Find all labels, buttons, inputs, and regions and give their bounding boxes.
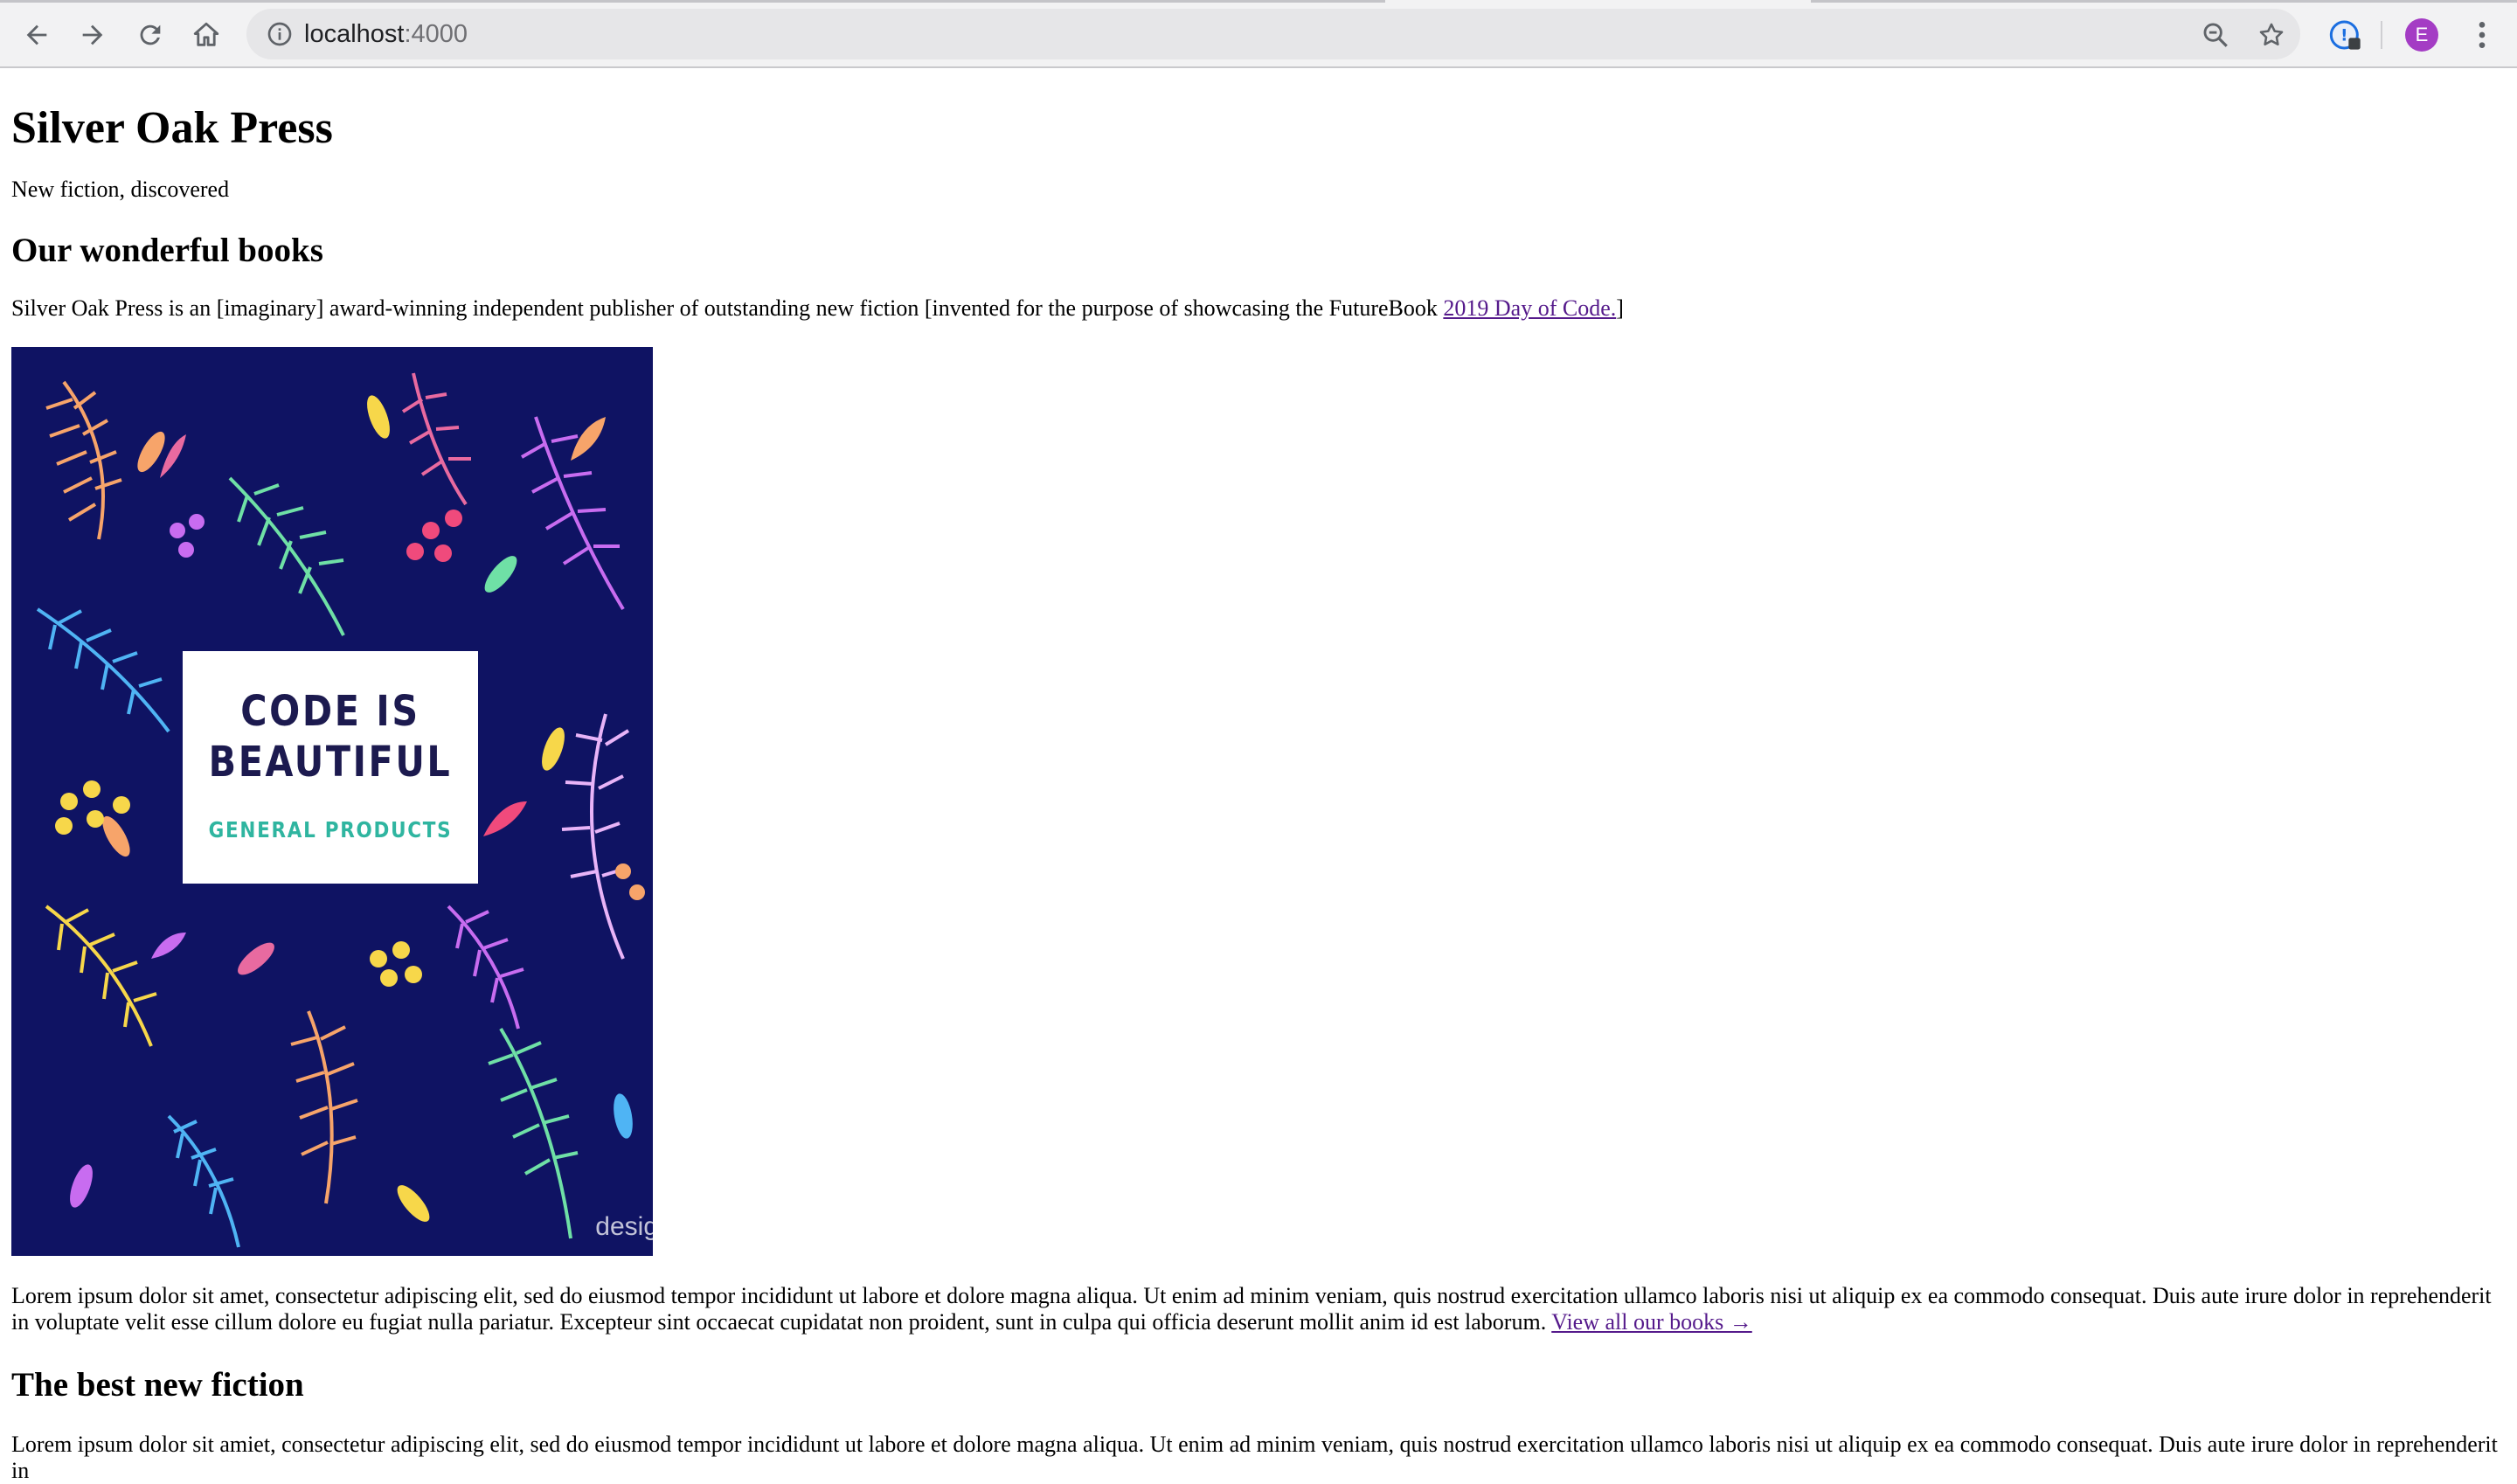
- back-button[interactable]: [14, 12, 59, 58]
- book-cover-image: CODE IS BEAUTIFUL GENERAL PRODUCTS desig: [11, 347, 653, 1256]
- bookmark-star-icon[interactable]: [2257, 20, 2286, 50]
- fiction-body-paragraph: Lorem ipsum dolor sit amiet, consectetur…: [11, 1432, 2498, 1483]
- url-port: :4000: [404, 20, 468, 48]
- menu-icon[interactable]: [2465, 17, 2500, 52]
- zoom-icon[interactable]: [2201, 20, 2230, 50]
- books-body-paragraph: Lorem ipsum dolor sit amet, consectetur …: [11, 1283, 2504, 1335]
- forward-button[interactable]: [70, 12, 115, 58]
- reload-icon: [140, 24, 161, 45]
- intro-tail: ]: [1616, 295, 1624, 321]
- day-of-code-link[interactable]: 2019 Day of Code.: [1443, 295, 1616, 321]
- books-body-text: Lorem ipsum dolor sit amet, consectetur …: [11, 1283, 2492, 1335]
- home-button[interactable]: [184, 12, 229, 58]
- reload-button[interactable]: [128, 12, 173, 58]
- back-icon: [26, 24, 47, 45]
- browser-toolbar: localhost:4000 ! E: [0, 0, 2517, 68]
- toolbar-divider: [2381, 21, 2382, 49]
- fiction-heading: The best new fiction: [11, 1366, 304, 1404]
- intro-text: Silver Oak Press is an [imaginary] award…: [11, 295, 1444, 321]
- profile-avatar[interactable]: E: [2405, 18, 2438, 52]
- url-host: localhost: [304, 20, 405, 48]
- site-title: Silver Oak Press: [11, 103, 333, 153]
- books-heading: Our wonderful books: [11, 232, 323, 269]
- view-all-books-link[interactable]: View all our books →: [1551, 1309, 1752, 1335]
- cover-title-card: CODE IS BEAUTIFUL GENERAL PRODUCTS: [183, 651, 478, 884]
- cover-title: CODE IS BEAUTIFUL: [208, 687, 453, 787]
- home-icon: [193, 22, 219, 46]
- cover-subtitle: GENERAL PRODUCTS: [208, 817, 453, 843]
- address-url: localhost:4000: [304, 17, 468, 51]
- forward-icon: [82, 24, 103, 45]
- address-bar[interactable]: localhost:4000: [246, 9, 2300, 59]
- site-tagline: New fiction, discovered: [11, 177, 230, 202]
- intro-paragraph: Silver Oak Press is an [imaginary] award…: [11, 295, 1624, 322]
- site-info-icon[interactable]: [266, 20, 294, 48]
- cover-watermark: desig: [595, 1212, 653, 1241]
- tab-strip: [0, 0, 2517, 3]
- extension-icon[interactable]: !: [2328, 17, 2363, 52]
- svg-text:!: !: [2340, 27, 2347, 45]
